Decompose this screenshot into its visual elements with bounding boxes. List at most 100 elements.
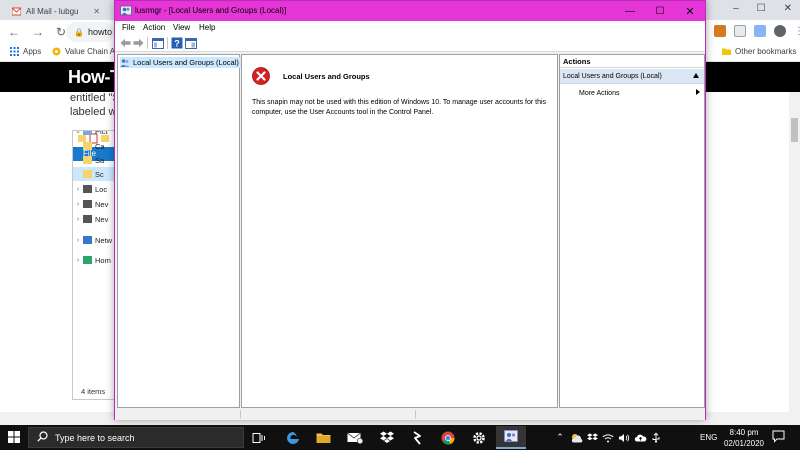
chevron-right-icon[interactable]: › bbox=[73, 237, 83, 244]
more-icon[interactable]: ⋮ bbox=[794, 26, 800, 37]
weather-cloud-icon[interactable] bbox=[568, 425, 584, 450]
windows-start-icon[interactable] bbox=[6, 429, 22, 445]
forward-arrow-icon[interactable] bbox=[132, 37, 144, 49]
file-explorer-icon[interactable] bbox=[308, 426, 338, 449]
snapin-title: Local Users and Groups bbox=[283, 72, 370, 81]
pictures-icon bbox=[83, 131, 92, 135]
close-icon: ✕ bbox=[685, 5, 695, 18]
explorer-tree-label: Nev bbox=[95, 199, 109, 209]
explorer-tree-label: Sc bbox=[95, 169, 104, 179]
dropbox-tray-icon[interactable] bbox=[584, 425, 600, 450]
dropbox-icon[interactable] bbox=[372, 426, 402, 449]
actions-group-header[interactable]: Local Users and Groups (Local) bbox=[560, 69, 704, 84]
menu-view[interactable]: View bbox=[173, 23, 190, 32]
address-text: howto bbox=[87, 27, 112, 37]
close-icon[interactable]: ✕ bbox=[93, 7, 100, 16]
more-actions-item[interactable]: More Actions bbox=[560, 86, 704, 100]
bookmark-apps[interactable]: Apps bbox=[10, 47, 41, 56]
taskbar-search-box[interactable]: Type here to search bbox=[28, 427, 244, 448]
explorer-tree-label: Netw bbox=[95, 235, 113, 245]
users-app-icon bbox=[120, 5, 132, 17]
volume-icon[interactable] bbox=[616, 425, 632, 450]
explorer-tree-label: Sa bbox=[95, 155, 105, 165]
explorer-tree-label: Loc bbox=[95, 184, 108, 194]
browser-nav: ← → ↻ bbox=[8, 25, 66, 39]
back-icon[interactable]: ← bbox=[8, 25, 20, 39]
toolbar-separator bbox=[147, 37, 148, 49]
menu-file[interactable]: File bbox=[122, 23, 135, 32]
notification-center-icon[interactable] bbox=[772, 430, 785, 445]
toolbar: ? bbox=[115, 34, 705, 52]
console-tree-icon[interactable] bbox=[152, 37, 164, 49]
folder-icon bbox=[83, 170, 92, 178]
search-icon bbox=[37, 431, 48, 444]
reload-icon[interactable]: ↻ bbox=[56, 25, 66, 39]
bookmark-label: Other bookmarks bbox=[735, 47, 797, 56]
actions-group-label: Local Users and Groups (Local) bbox=[563, 72, 662, 80]
close-button[interactable]: ✕ bbox=[675, 1, 705, 21]
drive-icon bbox=[83, 185, 92, 193]
window-titlebar[interactable]: lusrmgr - [Local Users and Groups (Local… bbox=[115, 1, 705, 21]
browser-tab-mail[interactable]: All Mail - lubgu ✕ bbox=[6, 2, 106, 20]
bolt-app-icon[interactable] bbox=[402, 426, 432, 449]
task-view-icon[interactable] bbox=[244, 426, 274, 449]
bookmark-value-chain[interactable]: Value Chain A bbox=[52, 47, 115, 56]
onedrive-cloud-icon[interactable] bbox=[632, 425, 648, 450]
chevron-right-icon[interactable]: › bbox=[73, 216, 83, 223]
collapse-arrow-icon[interactable] bbox=[693, 73, 699, 78]
taskbar: Type here to search ⌃ ENG 8:40 pm 02/01/… bbox=[0, 425, 800, 450]
help-icon[interactable]: ? bbox=[171, 37, 183, 49]
page-scroll-thumb[interactable] bbox=[791, 118, 798, 142]
extension-icon[interactable] bbox=[714, 25, 726, 37]
chrome-icon[interactable] bbox=[433, 426, 463, 449]
network-icon bbox=[83, 236, 92, 244]
forward-icon[interactable]: → bbox=[32, 25, 44, 39]
input-language[interactable]: ENG bbox=[700, 433, 717, 442]
edge-browser-icon[interactable] bbox=[278, 426, 308, 449]
tree-item-local-users-and-groups[interactable]: Local Users and Groups (Local) bbox=[120, 57, 241, 68]
bookmark-label: Apps bbox=[23, 47, 42, 56]
folder-icon bbox=[83, 142, 92, 150]
clock[interactable]: 8:40 pm 02/01/2020 bbox=[722, 428, 766, 448]
wifi-icon[interactable] bbox=[600, 425, 616, 450]
browser-window-controls: – ☐ ✕ bbox=[733, 3, 792, 14]
folder-icon bbox=[722, 47, 731, 56]
explorer-tree-label: Ca bbox=[95, 141, 105, 151]
chevron-right-icon[interactable]: › bbox=[73, 201, 83, 208]
address-bar[interactable]: 🔒 howto bbox=[66, 22, 114, 42]
svg-text:?: ? bbox=[174, 39, 180, 49]
action-pane-icon[interactable] bbox=[185, 37, 197, 49]
chevron-right-icon[interactable]: › bbox=[73, 186, 83, 193]
settings-icon bbox=[52, 47, 61, 56]
content-pane: Local Users and Groups This snapin may n… bbox=[241, 54, 558, 408]
bookmark-other[interactable]: Other bookmarks bbox=[722, 47, 796, 56]
browser-extensions: ⋮ bbox=[714, 25, 800, 37]
back-arrow-icon[interactable] bbox=[119, 37, 131, 49]
chevron-down-icon[interactable]: ⌄ bbox=[73, 131, 83, 135]
console-tree: Local Users and Groups (Local) bbox=[117, 54, 241, 408]
menu-action[interactable]: Action bbox=[143, 23, 165, 32]
error-icon bbox=[252, 67, 270, 85]
maximize-button[interactable]: ☐ bbox=[645, 1, 675, 21]
lusrmgr-window: lusrmgr - [Local Users and Groups (Local… bbox=[114, 0, 706, 420]
minimize-button[interactable]: — bbox=[615, 1, 645, 21]
extension-icon[interactable] bbox=[734, 25, 746, 37]
mail-icon[interactable] bbox=[340, 426, 370, 449]
usb-eject-icon[interactable] bbox=[648, 425, 664, 450]
lusrmgr-taskbar-icon[interactable] bbox=[496, 426, 526, 449]
settings-gear-icon[interactable] bbox=[464, 426, 494, 449]
maximize-icon[interactable]: ☐ bbox=[757, 3, 766, 14]
avatar[interactable] bbox=[774, 25, 786, 37]
minimize-icon[interactable]: – bbox=[733, 3, 739, 14]
chevron-up-icon[interactable]: ⌃ bbox=[552, 425, 568, 450]
status-divider bbox=[415, 410, 416, 419]
maximize-icon: ☐ bbox=[655, 5, 665, 17]
explorer-tree-label: Nev bbox=[95, 214, 109, 224]
extension-icon[interactable] bbox=[754, 25, 766, 37]
close-icon[interactable]: ✕ bbox=[784, 3, 792, 14]
chevron-right-icon[interactable]: › bbox=[73, 257, 83, 264]
menu-help[interactable]: Help bbox=[199, 23, 215, 32]
lock-icon: 🔒 bbox=[74, 27, 84, 37]
gmail-icon bbox=[11, 7, 22, 16]
search-placeholder: Type here to search bbox=[55, 432, 135, 443]
